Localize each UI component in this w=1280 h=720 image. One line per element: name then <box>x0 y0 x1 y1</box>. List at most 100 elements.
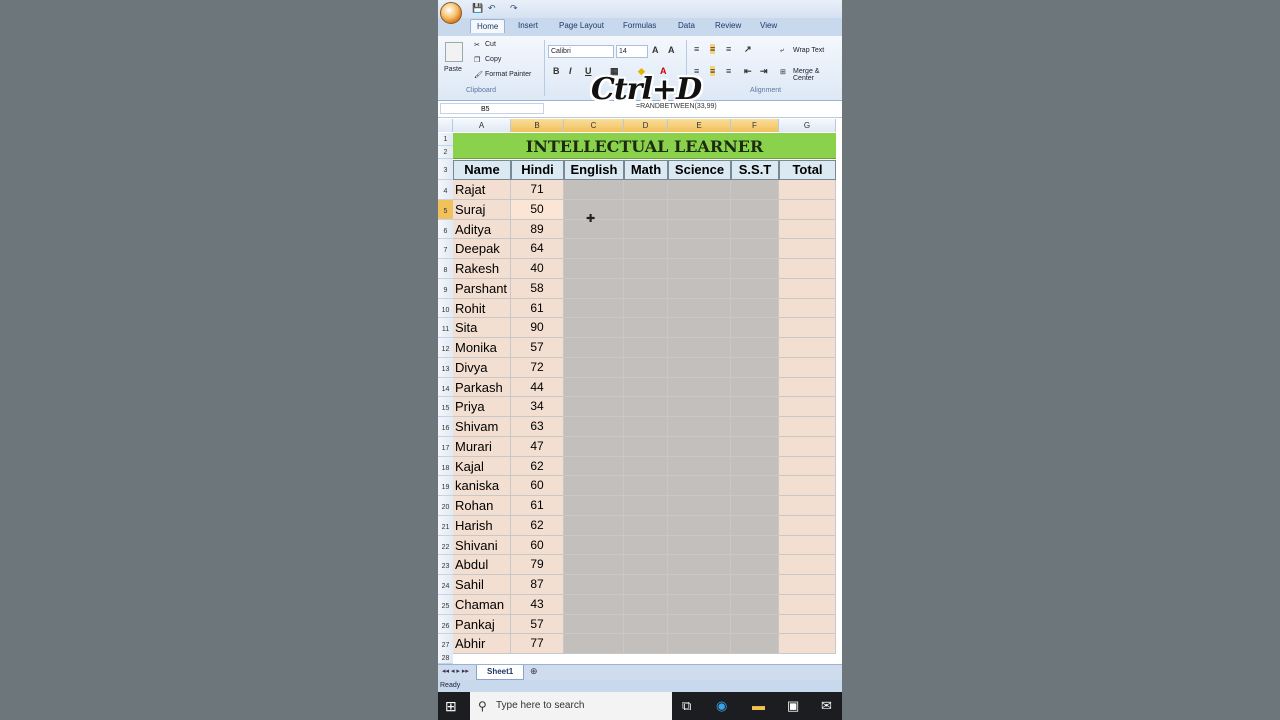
cell[interactable] <box>668 614 731 635</box>
cell-hindi[interactable]: 89 <box>511 219 564 240</box>
cell[interactable] <box>731 180 779 200</box>
cell-name[interactable]: Parkash <box>453 377 511 398</box>
cell-hindi[interactable]: 62 <box>511 515 564 536</box>
row-header[interactable]: 27 <box>438 634 453 654</box>
cell-name[interactable]: Suraj <box>453 199 511 220</box>
cell[interactable] <box>731 357 779 378</box>
cell[interactable] <box>624 199 668 220</box>
row-header[interactable]: 18 <box>438 456 453 477</box>
cell[interactable] <box>731 614 779 635</box>
cell[interactable] <box>668 535 731 556</box>
cell[interactable] <box>731 456 779 477</box>
cell[interactable] <box>731 634 779 654</box>
office-button[interactable] <box>440 2 462 24</box>
cell-name[interactable]: Aditya <box>453 219 511 240</box>
row-header[interactable]: 25 <box>438 594 453 615</box>
row-header[interactable]: 19 <box>438 476 453 496</box>
cell[interactable] <box>779 199 836 220</box>
store-icon[interactable]: ▣ <box>787 698 799 714</box>
cell[interactable] <box>668 338 731 358</box>
cell[interactable] <box>624 219 668 240</box>
cell[interactable] <box>624 476 668 496</box>
cell[interactable] <box>779 594 836 615</box>
cell-name[interactable]: Divya <box>453 357 511 378</box>
row-header[interactable]: 21 <box>438 515 453 536</box>
row-header[interactable]: 14 <box>438 377 453 398</box>
sheet-nav-icon[interactable]: ◂◂ ◂ ▸ ▸▸ <box>442 667 469 675</box>
undo-icon[interactable]: ↶ <box>488 3 496 14</box>
cell[interactable] <box>779 496 836 516</box>
cell-name[interactable]: Parshant <box>453 278 511 299</box>
italic-icon[interactable]: I <box>569 66 572 76</box>
column-header-c[interactable]: C <box>564 119 624 132</box>
cell[interactable] <box>564 318 624 338</box>
cell[interactable] <box>564 180 624 200</box>
merge-center-button[interactable]: Merge & Center <box>793 68 842 82</box>
grow-font-icon[interactable]: A <box>652 45 659 55</box>
cell[interactable] <box>779 219 836 240</box>
cell[interactable] <box>731 417 779 437</box>
cell[interactable] <box>564 614 624 635</box>
cell[interactable] <box>564 298 624 319</box>
cell[interactable] <box>731 594 779 615</box>
cell-name[interactable]: Rajat <box>453 180 511 200</box>
cell-name[interactable]: Rakesh <box>453 259 511 279</box>
cell[interactable] <box>779 259 836 279</box>
cell-hindi[interactable]: 34 <box>511 397 564 417</box>
row-header[interactable]: 13 <box>438 357 453 378</box>
cell[interactable] <box>779 456 836 477</box>
cut-button[interactable]: Cut <box>485 41 496 48</box>
cell-hindi[interactable]: 50 <box>511 199 564 220</box>
row-header[interactable]: 6 <box>438 219 453 240</box>
cell[interactable] <box>731 515 779 536</box>
cell[interactable] <box>668 476 731 496</box>
cell-hindi[interactable]: 40 <box>511 259 564 279</box>
cell[interactable] <box>668 555 731 575</box>
row-header[interactable]: 17 <box>438 436 453 457</box>
cell[interactable] <box>564 357 624 378</box>
row-header[interactable]: 15 <box>438 397 453 417</box>
cell[interactable] <box>668 180 731 200</box>
row-header[interactable]: 22 <box>438 535 453 556</box>
cell[interactable] <box>731 199 779 220</box>
cell[interactable] <box>564 634 624 654</box>
cell[interactable] <box>668 456 731 477</box>
cell[interactable] <box>779 555 836 575</box>
mail-icon[interactable]: ✉ <box>821 698 832 714</box>
row-header-2[interactable]: 2 <box>438 146 453 159</box>
cell[interactable] <box>731 535 779 556</box>
cell[interactable] <box>624 377 668 398</box>
column-header-b[interactable]: B <box>511 119 564 132</box>
tab-insert[interactable]: Insert <box>518 21 538 30</box>
cell[interactable] <box>779 180 836 200</box>
cell-name[interactable]: Priya <box>453 397 511 417</box>
cell-name[interactable]: Abhir <box>453 634 511 654</box>
select-all-corner[interactable] <box>438 119 453 132</box>
cell[interactable] <box>564 239 624 259</box>
merge-icon[interactable]: ⊞ <box>780 68 786 76</box>
cell[interactable] <box>731 318 779 338</box>
cell-name[interactable]: Deepak <box>453 239 511 259</box>
cell[interactable] <box>564 456 624 477</box>
align-bottom-icon[interactable]: ≡ <box>726 44 731 54</box>
cell[interactable] <box>668 278 731 299</box>
decrease-indent-icon[interactable]: ⇤ <box>744 66 752 77</box>
cell[interactable] <box>779 377 836 398</box>
cell[interactable] <box>668 298 731 319</box>
column-header-a[interactable]: A <box>453 119 511 132</box>
brush-icon[interactable]: 🖌 <box>474 71 483 79</box>
cell-hindi[interactable]: 60 <box>511 535 564 556</box>
align-middle-icon[interactable]: ≡ <box>710 44 716 54</box>
cell-name[interactable]: Abdul <box>453 555 511 575</box>
row-header[interactable]: 24 <box>438 575 453 595</box>
paste-icon[interactable] <box>445 42 463 62</box>
row-header[interactable]: 7 <box>438 239 453 259</box>
sheet-tab-sheet1[interactable]: Sheet1 <box>476 665 525 680</box>
row-header[interactable]: 4 <box>438 180 453 200</box>
wrap-text-button[interactable]: Wrap Text <box>793 47 824 54</box>
cell[interactable] <box>624 318 668 338</box>
cell[interactable] <box>624 535 668 556</box>
cell-hindi[interactable]: 60 <box>511 476 564 496</box>
cell[interactable] <box>779 318 836 338</box>
cell[interactable] <box>564 515 624 536</box>
